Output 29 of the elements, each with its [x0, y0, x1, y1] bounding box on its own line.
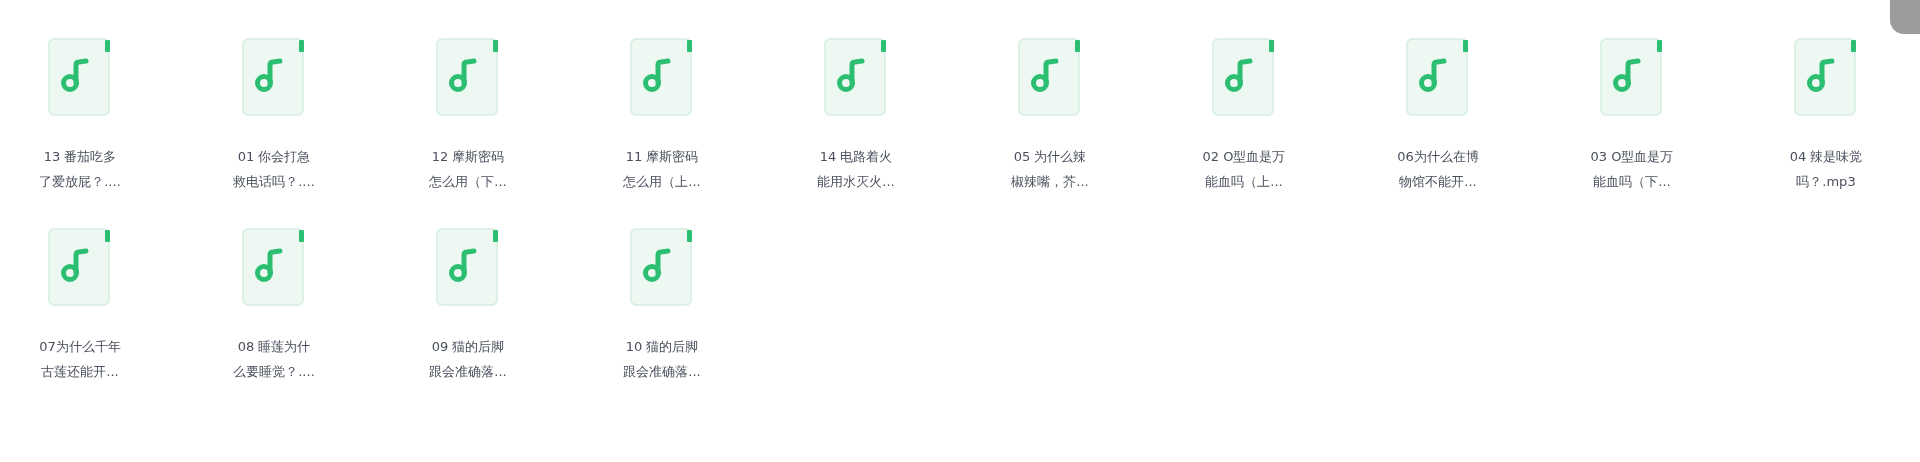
music-file-icon[interactable]	[48, 228, 112, 306]
scrollbar-thumb[interactable]	[1890, 0, 1920, 34]
file-name: 12 摩斯密码 怎么用（下...	[429, 148, 507, 191]
music-file-icon[interactable]	[242, 228, 306, 306]
file-name: 05 为什么辣 椒辣嘴，芥...	[1011, 148, 1089, 191]
file-name: 13 番茄吃多 了爱放屁？....	[39, 148, 121, 191]
file-name: 14 电路着火 能用水灭火...	[817, 148, 895, 191]
music-file-icon[interactable]	[1600, 38, 1664, 116]
music-file-icon[interactable]	[242, 38, 306, 116]
file-name: 06为什么在博 物馆不能开...	[1397, 148, 1479, 191]
file-name: 08 睡莲为什 么要睡觉？....	[233, 338, 315, 381]
music-file-icon[interactable]	[1794, 38, 1858, 116]
music-file-icon[interactable]	[436, 228, 500, 306]
file-name: 09 猫的后脚 跟会准确落...	[429, 338, 507, 381]
file-name: 03 O型血是万 能血吗（下...	[1590, 148, 1674, 191]
music-file-icon[interactable]	[630, 228, 694, 306]
music-file-icon[interactable]	[48, 38, 112, 116]
music-file-icon[interactable]	[436, 38, 500, 116]
file-name: 10 猫的后脚 跟会准确落...	[623, 338, 701, 381]
file-name: 07为什么千年 古莲还能开...	[39, 338, 121, 381]
file-name: 01 你会打急 救电话吗？....	[233, 148, 315, 191]
file-name: 02 O型血是万 能血吗（上...	[1202, 148, 1286, 191]
music-file-icon[interactable]	[630, 38, 694, 116]
file-name: 11 摩斯密码 怎么用（上...	[623, 148, 701, 191]
file-name: 04 辣是味觉 吗？.mp3	[1789, 148, 1863, 191]
music-file-icon[interactable]	[1018, 38, 1082, 116]
music-file-icon[interactable]	[1212, 38, 1276, 116]
music-file-icon[interactable]	[1406, 38, 1470, 116]
music-file-icon[interactable]	[824, 38, 888, 116]
